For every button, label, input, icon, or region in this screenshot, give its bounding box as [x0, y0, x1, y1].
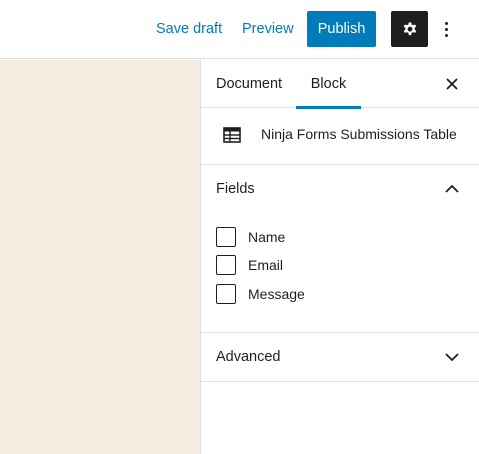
- save-draft-button[interactable]: Save draft: [156, 19, 222, 39]
- chevron-up-icon: [445, 184, 459, 193]
- close-icon: [446, 78, 458, 90]
- field-option-message: Message: [216, 284, 456, 304]
- advanced-panel-toggle[interactable]: Advanced: [201, 333, 479, 381]
- sidebar-tabs: Document Block: [201, 60, 479, 109]
- message-checkbox-label[interactable]: Message: [248, 285, 305, 303]
- email-checkbox[interactable]: [216, 255, 236, 275]
- chevron-down-icon: [445, 353, 459, 362]
- advanced-panel-title: Advanced: [216, 349, 281, 365]
- field-option-name: Name: [216, 227, 456, 247]
- fields-panel: Fields: [201, 165, 479, 333]
- name-checkbox[interactable]: [216, 227, 236, 247]
- tab-block[interactable]: Block: [296, 60, 361, 109]
- table-icon: [223, 127, 241, 143]
- advanced-panel: Advanced: [201, 333, 479, 382]
- tab-document[interactable]: Document: [216, 60, 282, 108]
- close-sidebar-button[interactable]: [442, 74, 462, 94]
- gear-icon: [403, 22, 416, 36]
- editor-header: Save draft Preview Publish: [0, 0, 479, 59]
- publish-button[interactable]: Publish: [307, 11, 376, 47]
- fields-panel-title: Fields: [216, 181, 255, 197]
- field-option-email: Email: [216, 255, 456, 275]
- settings-button[interactable]: [391, 11, 428, 47]
- editor-canvas[interactable]: [0, 60, 200, 454]
- name-checkbox-label[interactable]: Name: [248, 228, 285, 246]
- fields-panel-toggle[interactable]: Fields: [201, 165, 479, 213]
- block-card: Ninja Forms Submissions Table: [201, 108, 479, 165]
- preview-button[interactable]: Preview: [242, 19, 294, 39]
- block-title: Ninja Forms Submissions Table: [261, 126, 457, 142]
- email-checkbox-label[interactable]: Email: [248, 256, 283, 274]
- vertical-ellipsis-icon: [444, 21, 448, 25]
- more-options-button[interactable]: [436, 15, 456, 43]
- message-checkbox[interactable]: [216, 284, 236, 304]
